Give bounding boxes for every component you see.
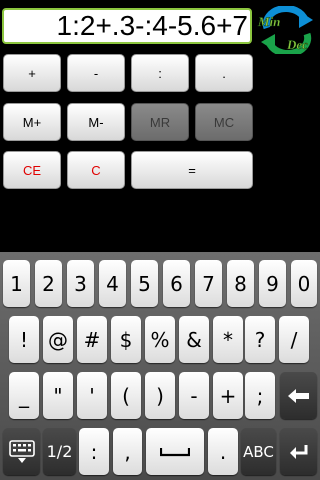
key-double-quote[interactable]: " [43, 372, 73, 419]
key-8[interactable]: 8 [227, 260, 254, 307]
key-question[interactable]: ? [245, 316, 275, 363]
memory-clear-button[interactable]: MC [195, 103, 253, 141]
layout-toggle-key[interactable]: 1/2 [43, 428, 76, 475]
key-asterisk[interactable]: * [213, 316, 243, 363]
backspace-icon [287, 388, 309, 403]
key-exclamation[interactable]: ! [9, 316, 39, 363]
calculator-display: 1:2+.3-:4-5.6+7 [2, 8, 252, 44]
min-dec-logo: Min Dec [255, 4, 317, 58]
key-underscore[interactable]: _ [9, 372, 39, 419]
key-6[interactable]: 6 [163, 260, 190, 307]
enter-icon [289, 444, 307, 459]
key-slash[interactable]: / [279, 316, 309, 363]
space-key[interactable] [146, 428, 204, 475]
equals-button[interactable]: = [131, 151, 253, 189]
key-minus[interactable]: - [179, 372, 209, 419]
key-dollar[interactable]: $ [111, 316, 141, 363]
key-1[interactable]: 1 [3, 260, 30, 307]
space-icon [160, 447, 190, 456]
decimal-button[interactable]: . [195, 54, 253, 92]
memory-subtract-button[interactable]: M- [67, 103, 125, 141]
key-at[interactable]: @ [43, 316, 73, 363]
key-9[interactable]: 9 [259, 260, 286, 307]
abc-key[interactable]: ABC [241, 428, 276, 475]
key-0[interactable]: 0 [291, 260, 317, 307]
key-comma[interactable]: , [113, 428, 142, 475]
key-hash[interactable]: # [77, 316, 107, 363]
logo-text-dec: Dec [286, 37, 308, 52]
minus-button[interactable]: - [67, 54, 125, 92]
key-percent[interactable]: % [145, 316, 175, 363]
key-5[interactable]: 5 [131, 260, 158, 307]
backspace-key[interactable] [280, 372, 317, 419]
key-period[interactable]: . [208, 428, 238, 475]
key-7[interactable]: 7 [195, 260, 222, 307]
enter-key[interactable] [280, 428, 317, 475]
key-semicolon[interactable]: ; [245, 372, 275, 419]
key-close-paren[interactable]: ) [145, 372, 175, 419]
soft-keyboard: 1 2 3 4 5 6 7 8 9 0 ! @ # $ % & * ? / _ … [0, 252, 320, 480]
key-colon[interactable]: : [79, 428, 109, 475]
memory-add-button[interactable]: M+ [3, 103, 61, 141]
divide-button[interactable]: : [131, 54, 189, 92]
key-plus[interactable]: + [213, 372, 243, 419]
keyboard-settings-key[interactable] [3, 428, 40, 475]
plus-button[interactable]: + [3, 54, 61, 92]
key-ampersand[interactable]: & [179, 316, 209, 363]
key-3[interactable]: 3 [67, 260, 94, 307]
key-4[interactable]: 4 [99, 260, 126, 307]
keyboard-settings-icon [8, 439, 35, 463]
memory-recall-button[interactable]: MR [131, 103, 189, 141]
key-open-paren[interactable]: ( [111, 372, 141, 419]
key-single-quote[interactable]: ' [77, 372, 107, 419]
clear-entry-button[interactable]: CE [3, 151, 61, 189]
logo-text-min: Min [257, 14, 280, 29]
key-2[interactable]: 2 [35, 260, 62, 307]
clear-button[interactable]: C [67, 151, 125, 189]
